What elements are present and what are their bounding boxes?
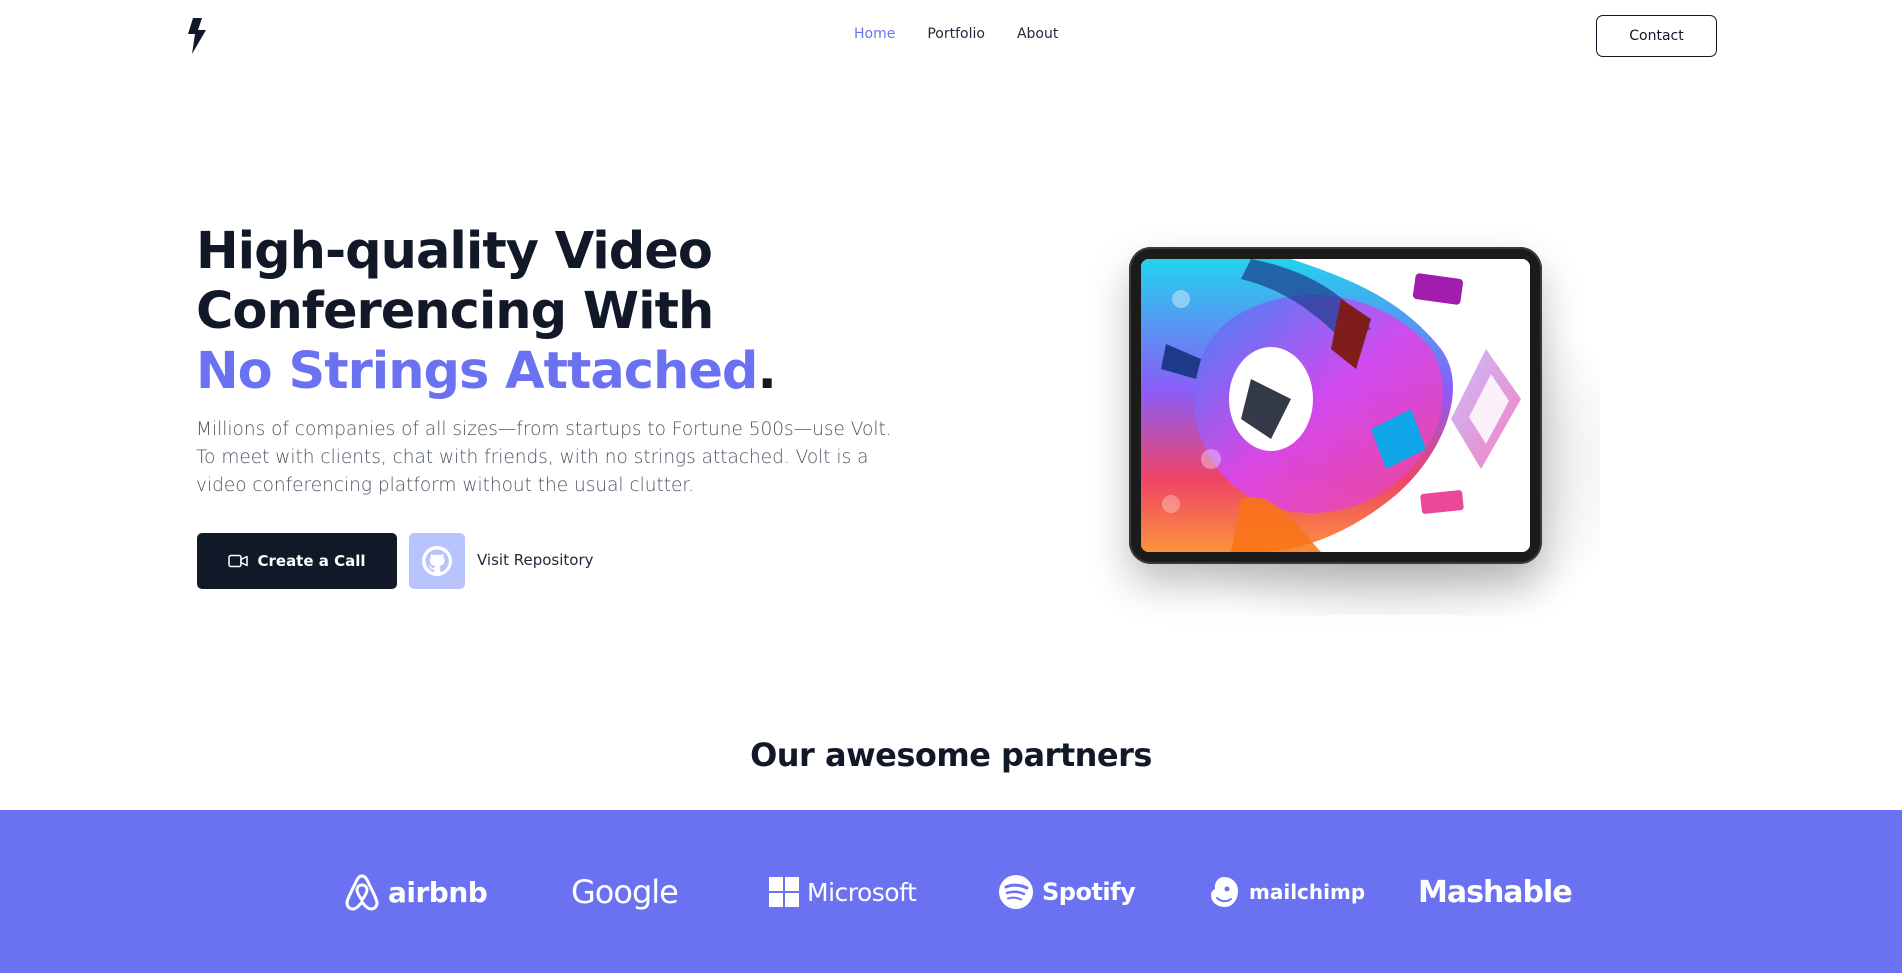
partners-band: airbnb Google Microsoft Spotify mailchim…	[0, 810, 1902, 973]
partner-spotify-label: Spotify	[1042, 878, 1136, 906]
partner-google: Google	[571, 870, 679, 914]
github-button[interactable]	[409, 533, 465, 589]
github-icon	[422, 546, 452, 576]
tablet-screen	[1141, 259, 1530, 552]
partner-mashable-label: Mashable	[1418, 874, 1573, 910]
partner-mailchimp-label: mailchimp	[1249, 880, 1366, 904]
partners-title: Our awesome partners	[750, 736, 1152, 774]
hero-description: Millions of companies of all sizes—from …	[196, 419, 892, 496]
hero-title-period: .	[757, 342, 776, 401]
spotify-icon	[999, 875, 1033, 909]
partner-microsoft-label: Microsoft	[807, 877, 917, 907]
colorful-illustration-image	[1141, 259, 1530, 552]
main-nav: Home Portfolio About	[854, 26, 1058, 42]
nav-about[interactable]: About	[1017, 26, 1058, 42]
video-camera-icon	[228, 554, 249, 568]
hero-title-line-2: Conferencing With	[196, 282, 714, 341]
partner-mashable: Mashable	[1418, 870, 1573, 914]
nav-home[interactable]: Home	[854, 26, 895, 42]
mailchimp-icon	[1211, 877, 1238, 907]
partner-airbnb: airbnb	[344, 870, 488, 914]
partner-spotify: Spotify	[998, 870, 1136, 914]
visit-repository-link[interactable]: Visit Repository	[477, 551, 594, 569]
contact-button[interactable]: Contact	[1596, 15, 1717, 57]
create-call-label: Create a Call	[257, 552, 366, 570]
airbnb-icon	[345, 874, 379, 911]
lightning-bolt-icon[interactable]	[184, 18, 208, 54]
partner-airbnb-label: airbnb	[388, 875, 488, 909]
nav-portfolio[interactable]: Portfolio	[927, 26, 985, 42]
hero-title: High-quality Video Conferencing With No …	[196, 222, 956, 402]
hero-title-accent: No Strings Attached	[196, 342, 758, 401]
tablet-mockup	[1129, 247, 1542, 564]
hero-title-line-1: High-quality Video	[196, 222, 713, 281]
microsoft-icon	[769, 877, 799, 907]
partner-mailchimp: mailchimp	[1207, 870, 1365, 914]
create-call-button[interactable]: Create a Call	[197, 533, 397, 589]
partner-microsoft: Microsoft	[769, 870, 917, 914]
site-header: Home Portfolio About Contact	[0, 0, 1902, 72]
partner-google-label: Google	[571, 873, 679, 911]
